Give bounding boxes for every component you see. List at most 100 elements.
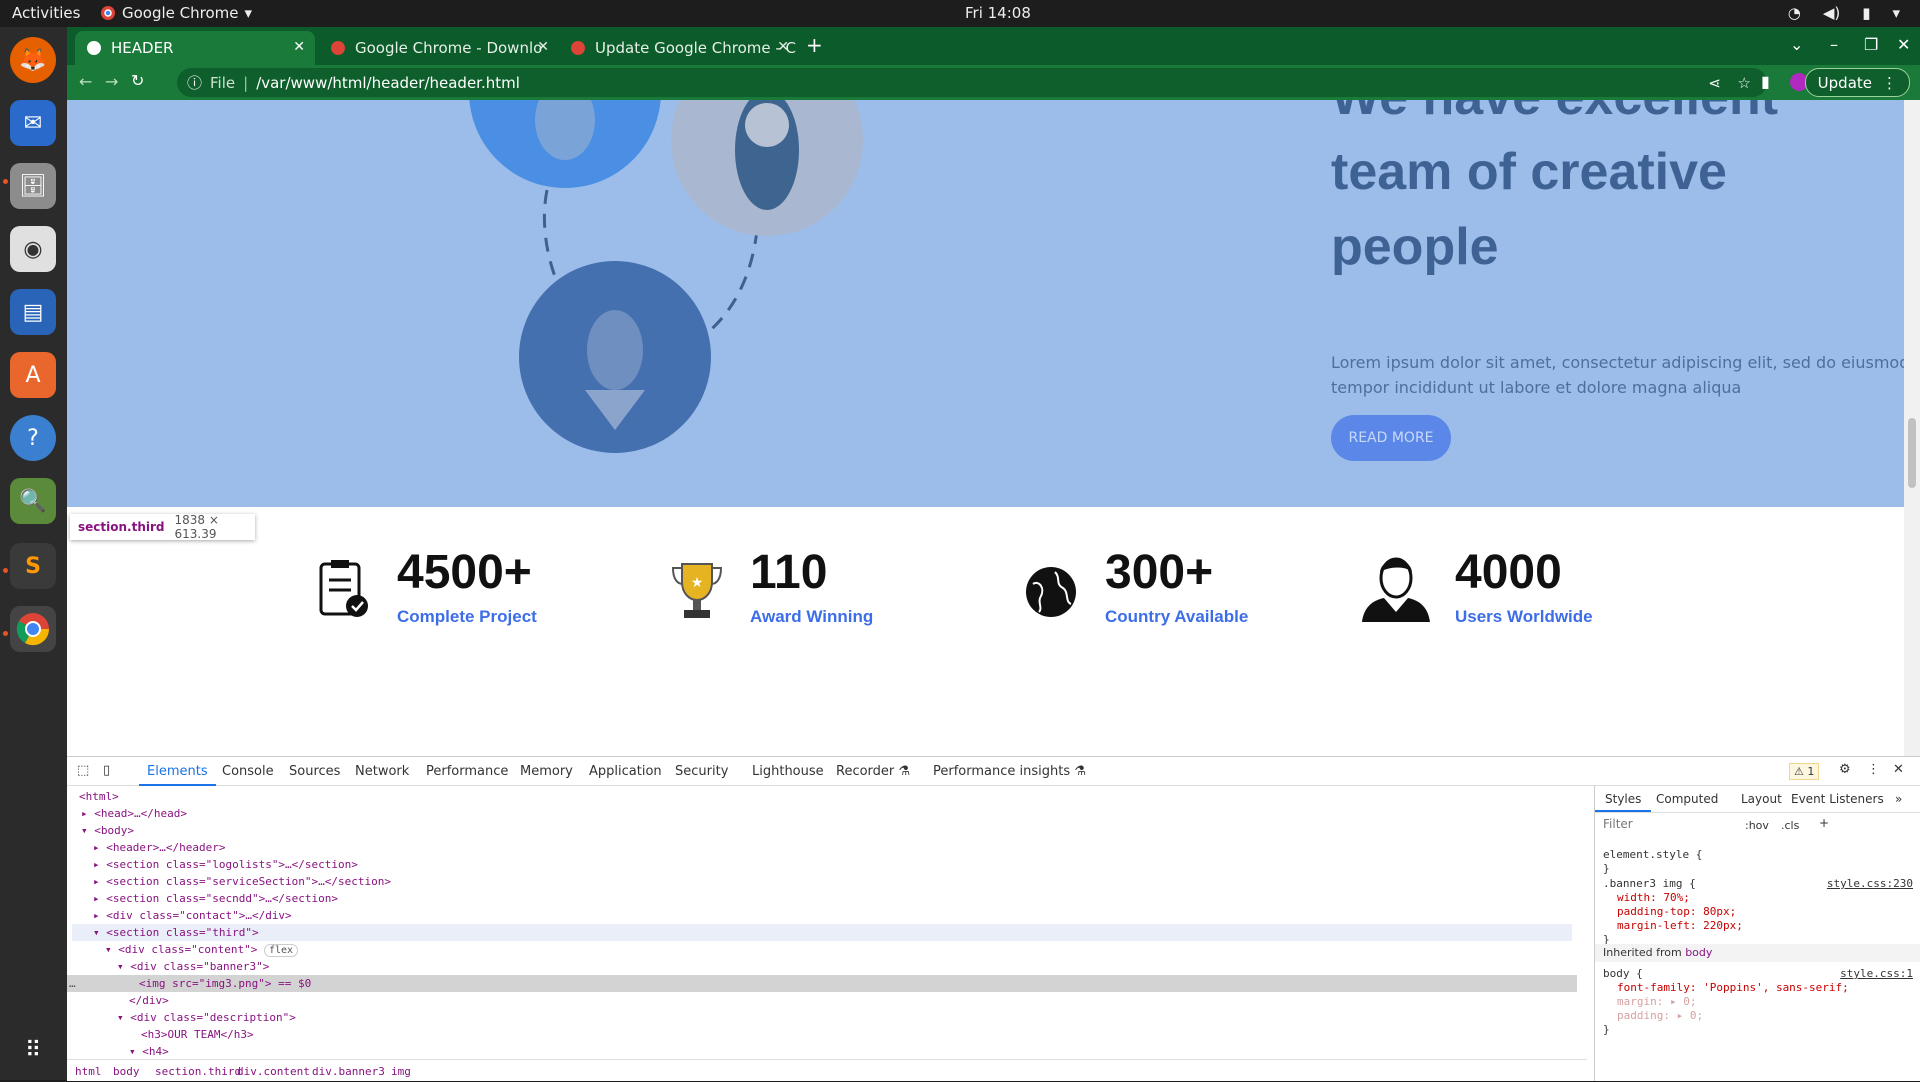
hov-toggle[interactable]: :hov (1745, 819, 1769, 832)
writer-icon[interactable]: ▤ (10, 289, 56, 335)
breadcrumb-item[interactable]: body (113, 1065, 140, 1078)
dom-node[interactable]: ▾ <h4> (129, 1043, 169, 1060)
css-property[interactable]: margin: ▸ 0; (1603, 995, 1913, 1009)
software-icon[interactable]: A (10, 352, 56, 398)
dom-node[interactable]: ▸ <section class="logolists">…</section> (93, 856, 358, 873)
css-property[interactable]: padding-top: 80px; (1603, 905, 1913, 919)
dom-node[interactable]: ▾ <div class="banner3"> (117, 958, 269, 975)
thunderbird-icon[interactable]: ✉ (10, 100, 56, 146)
back-icon[interactable]: ← (79, 72, 92, 91)
browser-tab-update-chrome[interactable]: Update Google Chrome - C ✕ (559, 31, 799, 65)
tab-recorder[interactable]: Recorder ⚗ (836, 764, 910, 779)
page-scrollbar[interactable] (1904, 100, 1920, 756)
files-icon[interactable]: 🗄 (10, 163, 56, 209)
share-icon[interactable]: ⋖ (1708, 74, 1721, 92)
scrollbar-thumb[interactable] (1908, 418, 1916, 488)
tab-performance[interactable]: Performance (426, 764, 508, 779)
side-panel-icon[interactable]: ▮ (1761, 72, 1770, 91)
dom-node[interactable]: <html> (79, 788, 119, 805)
tab-elements[interactable]: Elements (139, 764, 216, 786)
firefox-icon[interactable]: 🦊 (10, 37, 56, 83)
app-menu[interactable]: Google Chrome ▾ (100, 4, 252, 22)
read-more-button[interactable]: READ MORE (1331, 415, 1451, 461)
dom-node[interactable]: ▸ <div class="contact">…</div> (93, 907, 292, 924)
tab-layout[interactable]: Layout (1741, 792, 1782, 806)
source-link[interactable]: style.css:230 (1827, 877, 1913, 891)
tab-security[interactable]: Security (675, 764, 728, 779)
chrome-icon (571, 41, 585, 55)
image-viewer-icon[interactable]: 🔍 (10, 478, 56, 524)
breadcrumb-item[interactable]: section.third (155, 1065, 241, 1078)
tab-computed[interactable]: Computed (1656, 792, 1718, 806)
dom-node-img-selected[interactable]: … <img src="img3.png"> == $0 (67, 975, 1577, 992)
dom-node[interactable]: ▾ <body> (81, 822, 134, 839)
clock[interactable]: Fri 14:08 (965, 4, 1031, 22)
tab-event-listeners[interactable]: Event Listeners (1791, 792, 1884, 806)
element-style-rule[interactable]: element.style { } (1603, 848, 1702, 876)
breadcrumb-item[interactable]: html (75, 1065, 102, 1078)
browser-tab-chrome-download[interactable]: Google Chrome - Downlo ✕ (319, 31, 559, 65)
tab-memory[interactable]: Memory (520, 764, 573, 779)
tab-search-icon[interactable]: ⌄ (1790, 35, 1803, 54)
dom-node[interactable]: ▾ <div class="description"> (117, 1009, 296, 1026)
system-tray[interactable]: ◔ ◀) ▮ ▾ (1788, 4, 1900, 22)
body-rule[interactable]: body {style.css:1 font-family: 'Poppins'… (1603, 967, 1913, 1037)
add-rule-icon[interactable]: + (1819, 816, 1829, 830)
cls-toggle[interactable]: .cls (1781, 819, 1799, 832)
source-link[interactable]: style.css:1 (1840, 967, 1913, 981)
chrome-dock-icon[interactable] (10, 606, 56, 652)
tab-performance-insights[interactable]: Performance insights ⚗ (933, 764, 1086, 779)
bookmark-star-icon[interactable]: ☆ (1738, 74, 1751, 92)
close-devtools-icon[interactable]: ✕ (1893, 762, 1904, 777)
tab-styles[interactable]: Styles (1605, 792, 1641, 806)
breadcrumb-item[interactable]: div.banner3 (312, 1065, 385, 1078)
more-options-icon[interactable]: ⋮ (1867, 762, 1880, 777)
warnings-badge[interactable]: ⚠ 1 (1789, 763, 1820, 780)
more-tabs-icon[interactable]: » (1895, 792, 1902, 806)
banner3-img-rule[interactable]: .banner3 img {style.css:230 width: 70%; … (1603, 877, 1913, 947)
forward-icon[interactable]: → (105, 72, 118, 91)
inspect-element-icon[interactable]: ⬚ (77, 763, 89, 778)
show-applications-icon[interactable]: ⠿ (10, 1027, 56, 1073)
close-icon[interactable]: ✕ (537, 39, 549, 55)
tab-lighthouse[interactable]: Lighthouse (752, 764, 824, 779)
close-window-icon[interactable]: ✕ (1897, 35, 1910, 54)
dom-node[interactable]: ▸ <header>…</header> (93, 839, 225, 856)
settings-gear-icon[interactable]: ⚙ (1839, 762, 1851, 777)
close-icon[interactable]: ✕ (293, 39, 305, 55)
dom-node[interactable]: ▸ <head>…</head> (81, 805, 187, 822)
css-property[interactable]: padding: ▸ 0; (1603, 1009, 1913, 1023)
tab-application[interactable]: Application (589, 764, 662, 779)
update-button[interactable]: Update ⋮ (1804, 68, 1910, 97)
breadcrumb-item[interactable]: div.content (237, 1065, 310, 1078)
css-property[interactable]: width: 70%; (1603, 891, 1913, 905)
rhythmbox-icon[interactable]: ◉ (10, 226, 56, 272)
tooltip-selector: section.third (78, 520, 165, 534)
help-icon[interactable]: ? (10, 415, 56, 461)
flex-badge[interactable]: flex (263, 944, 299, 957)
dom-node[interactable]: ▸ <section class="serviceSection">…</sec… (93, 873, 391, 890)
browser-tab-header[interactable]: HEADER ✕ (75, 31, 315, 65)
web-page: We have excellent team of creative peopl… (67, 100, 1904, 756)
activities-button[interactable]: Activities (12, 4, 80, 22)
dom-node[interactable]: </div> (129, 992, 169, 1009)
new-tab-button[interactable]: + (806, 33, 823, 57)
sublime-text-icon[interactable]: S (10, 543, 56, 589)
dom-node[interactable]: ▾ <div class="content"> flex (105, 941, 299, 958)
address-bar[interactable]: ⓘ File | /var/www/html/header/header.htm… (177, 68, 1767, 97)
device-toolbar-icon[interactable]: ▯ (103, 763, 110, 778)
dom-node[interactable]: <h3>OUR TEAM</h3> (141, 1026, 254, 1043)
close-icon[interactable]: ✕ (777, 39, 789, 55)
dom-tree[interactable]: <html> ▸ <head>…</head> ▾ <body> ▸ <head… (67, 786, 1587, 1058)
tab-sources[interactable]: Sources (289, 764, 340, 779)
tab-console[interactable]: Console (222, 764, 274, 779)
css-property[interactable]: font-family: 'Poppins', sans-serif; (1603, 981, 1913, 995)
breadcrumb-item[interactable]: img (391, 1065, 411, 1078)
dom-node[interactable]: ▸ <section class="secndd">…</section> (93, 890, 338, 907)
tab-network[interactable]: Network (355, 764, 409, 779)
maximize-icon[interactable]: ❐ (1864, 35, 1878, 54)
reload-icon[interactable]: ↻ (131, 71, 144, 90)
css-property[interactable]: margin-left: 220px; (1603, 919, 1913, 933)
minimize-icon[interactable]: – (1830, 35, 1838, 54)
dom-node-section-third[interactable]: ▾ <section class="third"> (72, 924, 1572, 941)
